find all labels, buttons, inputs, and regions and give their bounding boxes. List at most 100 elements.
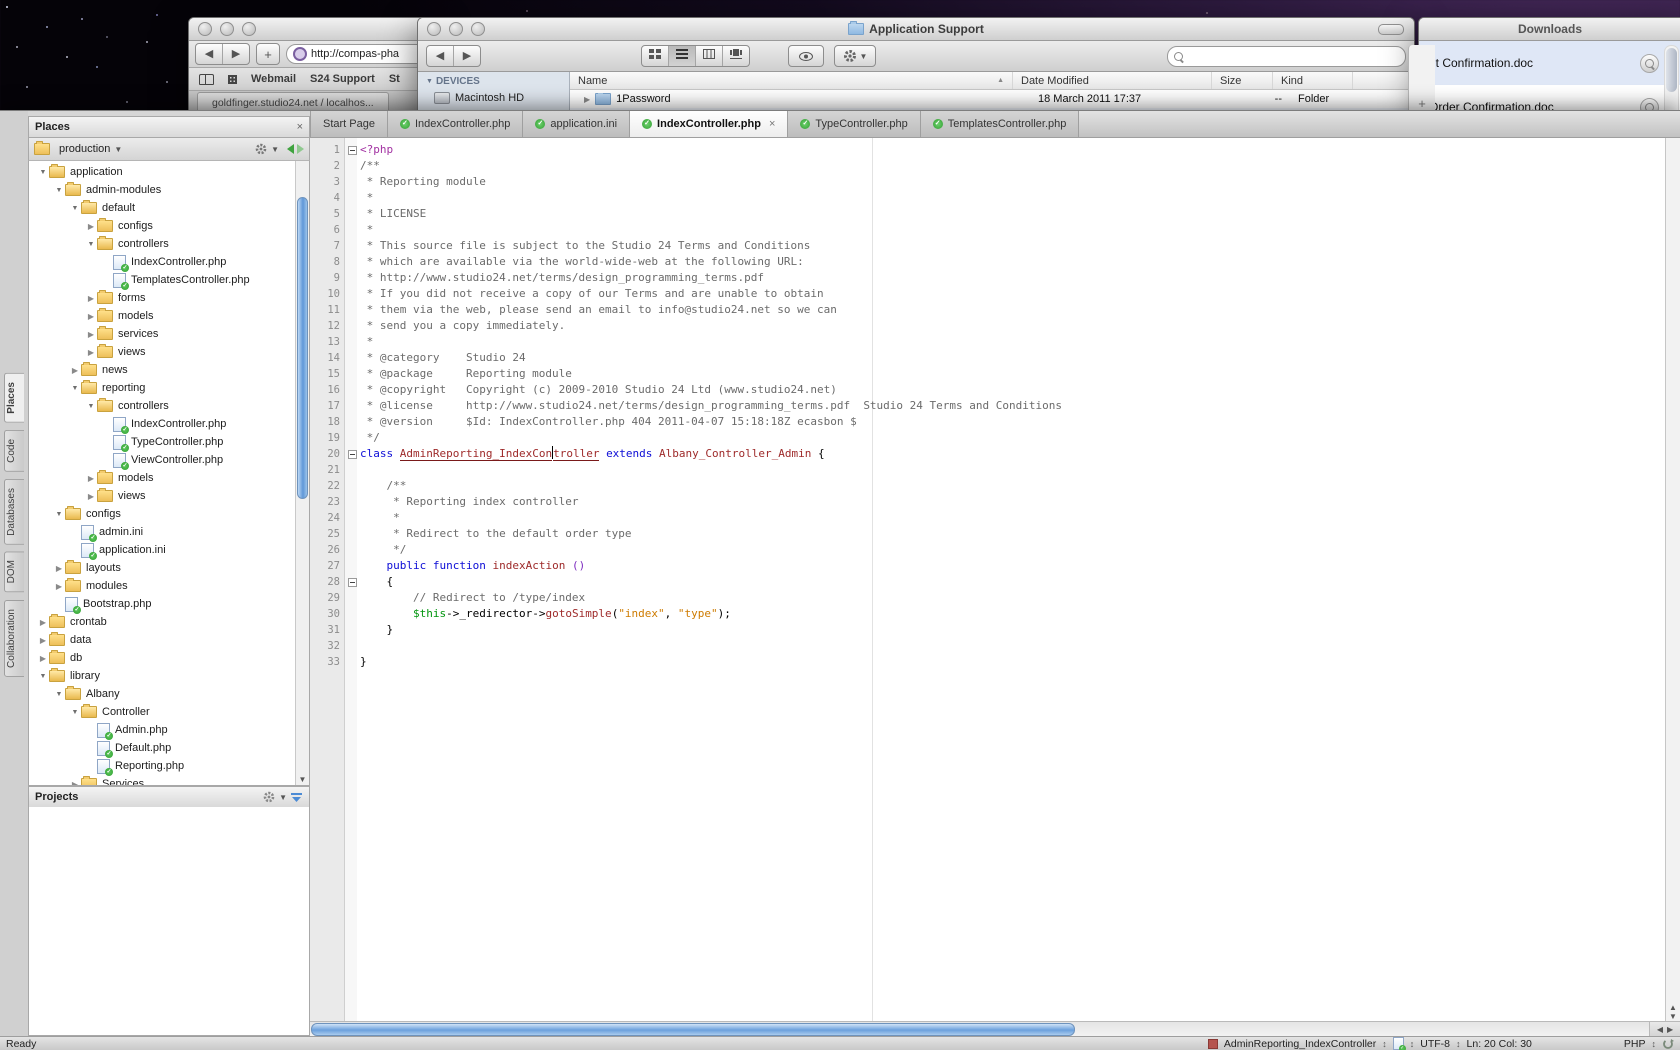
tree-item-views[interactable]: ▶views — [29, 343, 309, 361]
chevron-down-icon[interactable]: ▼ — [271, 145, 279, 154]
list-view-icon[interactable] — [668, 46, 695, 66]
bookmark-webmail[interactable]: Webmail — [251, 73, 296, 85]
tree-item-data[interactable]: ▶data — [29, 631, 309, 649]
scroll-left-icon[interactable]: ◀ — [1657, 1025, 1663, 1034]
tree-item-typecontroller-php[interactable]: TypeController.php — [29, 433, 309, 451]
gear-icon[interactable] — [262, 790, 276, 804]
fold-column[interactable] — [344, 142, 360, 158]
disclosure-triangle-icon[interactable]: ▶ — [85, 474, 97, 483]
devices-header[interactable]: ▼ DEVICES — [426, 76, 569, 87]
disclosure-triangle-icon[interactable]: ▶ — [85, 330, 97, 339]
tree-item-crontab[interactable]: ▶crontab — [29, 613, 309, 631]
browser-titlebar[interactable] — [189, 18, 435, 41]
tree-item-controllers[interactable]: ▼controllers — [29, 235, 309, 253]
finder-search-field[interactable] — [1167, 46, 1406, 67]
code-view[interactable]: 1<?php2/**3 * Reporting module4 *5 * LIC… — [310, 138, 1680, 1021]
scrollbar-thumb[interactable] — [311, 1023, 1075, 1036]
rail-tab-places[interactable]: Places — [4, 373, 24, 423]
editor-vertical-scrollbar[interactable]: ▲ ▼ — [1665, 138, 1680, 1021]
tree-item-layouts[interactable]: ▶layouts — [29, 559, 309, 577]
tree-item-bootstrap-php[interactable]: Bootstrap.php — [29, 595, 309, 613]
add-icon[interactable]: + — [1418, 96, 1426, 111]
close-tab-icon[interactable]: × — [769, 118, 775, 130]
close-places-button[interactable]: × — [297, 121, 303, 133]
coverflow-view-icon[interactable] — [722, 46, 749, 66]
fold-column[interactable] — [344, 574, 360, 590]
tree-item-indexcontroller-php[interactable]: IndexController.php — [29, 253, 309, 271]
disclosure-triangle-icon[interactable]: ▼ — [69, 709, 81, 716]
icon-view-icon[interactable] — [642, 46, 668, 66]
rail-tab-code[interactable]: Code — [4, 430, 24, 472]
chevron-down-icon[interactable]: ▼ — [279, 793, 287, 802]
column-view-icon[interactable] — [695, 46, 722, 66]
tree-item-models[interactable]: ▶models — [29, 469, 309, 487]
rail-tab-collaboration[interactable]: Collaboration — [4, 600, 24, 677]
disclosure-triangle-icon[interactable]: ▼ — [37, 169, 49, 176]
tree-item-configs[interactable]: ▶configs — [29, 217, 309, 235]
tree-item-reporting[interactable]: ▼reporting — [29, 379, 309, 397]
disclosure-triangle-icon[interactable]: ▼ — [53, 691, 65, 698]
stepper-icon[interactable]: ↕ — [1382, 1039, 1387, 1049]
quick-look-button[interactable] — [1640, 54, 1659, 73]
gear-icon[interactable] — [254, 142, 268, 156]
refresh-icon[interactable] — [1662, 1038, 1674, 1050]
toolbar-pill-button[interactable] — [1378, 24, 1404, 35]
tree-item-library[interactable]: ▼library — [29, 667, 309, 685]
tree-item-reporting-php[interactable]: Reporting.php — [29, 757, 309, 775]
scroll-up-icon[interactable]: ▲ — [1669, 1003, 1677, 1012]
tree-item-models[interactable]: ▶models — [29, 307, 309, 325]
editor-tab-application-ini[interactable]: ✓application.ini — [523, 111, 630, 137]
tree-item-services[interactable]: ▶services — [29, 325, 309, 343]
disclosure-triangle-icon[interactable]: ▼ — [85, 241, 97, 248]
disclosure-triangle-icon[interactable]: ▶ — [37, 618, 49, 627]
zoom-window-button[interactable] — [242, 22, 256, 36]
stepper-icon[interactable]: ↕ — [1652, 1039, 1657, 1049]
fold-column[interactable] — [344, 446, 360, 462]
bookmark-st[interactable]: St — [389, 73, 400, 85]
tree-item-admin-modules[interactable]: ▼admin-modules — [29, 181, 309, 199]
forward-icon[interactable]: ▶ — [222, 44, 249, 64]
disclosure-triangle-icon[interactable]: ▶ — [584, 95, 590, 104]
disclosure-triangle-icon[interactable]: ▶ — [85, 222, 97, 231]
tree-item-albany[interactable]: ▼Albany — [29, 685, 309, 703]
scroll-down-icon[interactable]: ▼ — [296, 775, 309, 784]
tree-item-indexcontroller-php[interactable]: IndexController.php — [29, 415, 309, 433]
finder-titlebar[interactable]: Application Support — [418, 18, 1414, 41]
bookmark-s24-support[interactable]: S24 Support — [310, 73, 375, 85]
tree-item-application[interactable]: ▼application — [29, 163, 309, 181]
disclosure-triangle-icon[interactable]: ▼ — [53, 511, 65, 518]
code-fold-icon[interactable] — [348, 146, 357, 155]
tree-scrollbar[interactable]: ▼ — [295, 161, 309, 785]
editor-tab-start-page[interactable]: Start Page — [310, 111, 388, 137]
scrollbar-thumb[interactable] — [297, 197, 308, 499]
tree-item-forms[interactable]: ▶forms — [29, 289, 309, 307]
column-header-kind[interactable]: Kind — [1273, 72, 1353, 89]
disclosure-triangle-icon[interactable]: ▼ — [53, 187, 65, 194]
minimize-window-button[interactable] — [220, 22, 234, 36]
editor-tab-indexcontroller-php[interactable]: ✓IndexController.php× — [630, 111, 788, 137]
tree-item-viewcontroller-php[interactable]: ViewController.php — [29, 451, 309, 469]
disclosure-triangle-icon[interactable]: ▼ — [37, 673, 49, 680]
disclosure-triangle-icon[interactable]: ▶ — [85, 294, 97, 303]
tree-item-views[interactable]: ▶views — [29, 487, 309, 505]
column-header-size[interactable]: Size — [1212, 72, 1273, 89]
filter-icon[interactable] — [290, 792, 303, 803]
tree-item-configs[interactable]: ▼configs — [29, 505, 309, 523]
tree-item-db[interactable]: ▶db — [29, 649, 309, 667]
tree-item-admin-php[interactable]: Admin.php — [29, 721, 309, 739]
new-tab-button[interactable]: + — [256, 43, 280, 65]
rail-tab-dom[interactable]: DOM — [4, 551, 24, 592]
download-item-nt-confirmation-doc[interactable]: nt Confirmation.doc — [1419, 41, 1680, 85]
forward-arrow-icon[interactable] — [297, 144, 304, 154]
column-header-date-modified[interactable]: Date Modified — [1013, 72, 1212, 89]
disclosure-triangle-icon[interactable]: ▼ — [69, 205, 81, 212]
tree-item-templatescontroller-php[interactable]: TemplatesController.php — [29, 271, 309, 289]
editor-tab-templatescontroller-php[interactable]: ✓TemplatesController.php — [921, 111, 1080, 137]
tree-item-default[interactable]: ▼default — [29, 199, 309, 217]
forward-icon[interactable]: ▶ — [453, 46, 480, 66]
quick-look-button[interactable] — [788, 45, 824, 67]
disclosure-triangle-icon[interactable]: ▶ — [85, 348, 97, 357]
downloads-titlebar[interactable]: Downloads — [1419, 18, 1680, 41]
scroll-down-icon[interactable]: ▼ — [1669, 1012, 1677, 1021]
tree-item-application-ini[interactable]: application.ini — [29, 541, 309, 559]
